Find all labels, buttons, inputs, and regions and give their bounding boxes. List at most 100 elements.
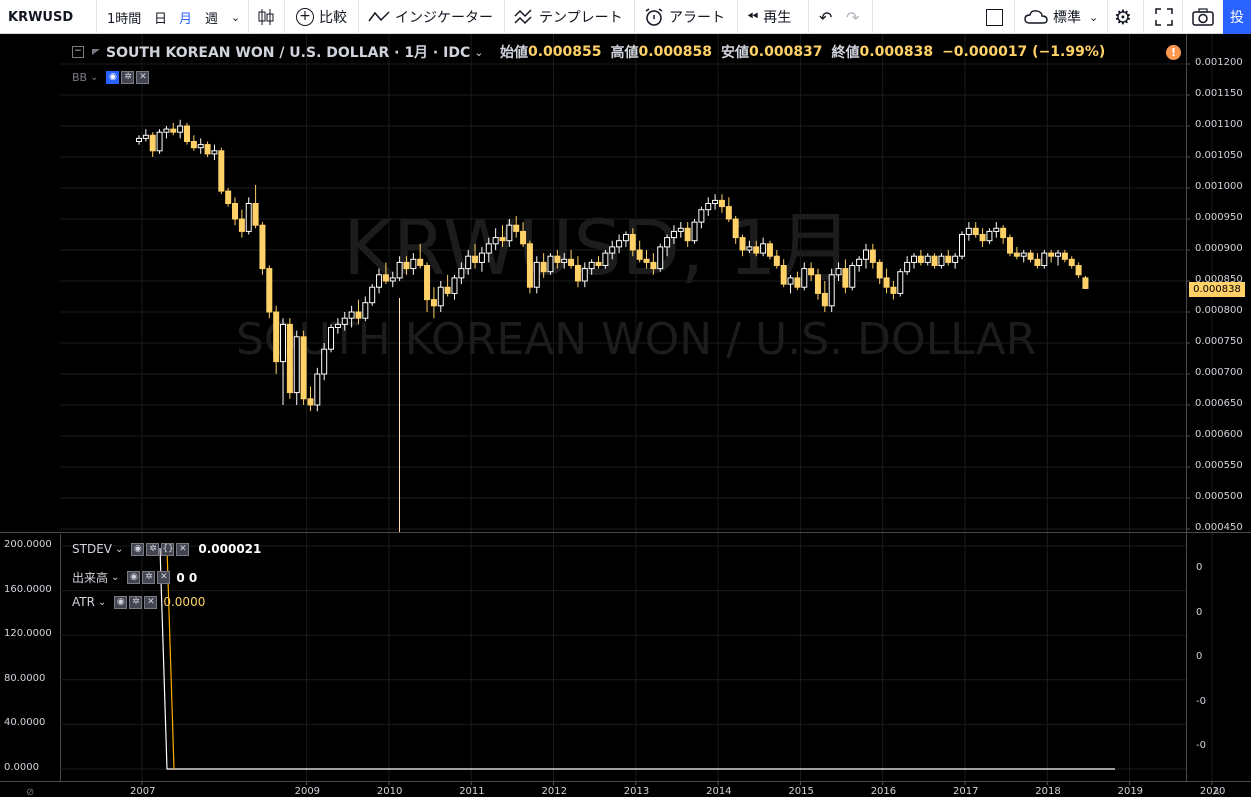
candle-body[interactable] — [718, 199, 725, 208]
candle-body[interactable] — [334, 323, 341, 328]
candle-body[interactable] — [211, 150, 218, 155]
chevron-down-icon[interactable]: ⌄ — [98, 597, 106, 608]
candle-body[interactable] — [369, 286, 376, 304]
candle-body[interactable] — [890, 286, 897, 294]
candle-body[interactable] — [574, 265, 581, 282]
candle-body[interactable] — [410, 258, 417, 270]
candle-body[interactable] — [986, 230, 993, 242]
study-name[interactable]: BB — [72, 71, 87, 84]
candle-body[interactable] — [856, 258, 863, 266]
candle-body[interactable] — [602, 252, 609, 267]
candle-body[interactable] — [636, 249, 643, 260]
candle-body[interactable] — [280, 323, 287, 363]
close-icon[interactable]: ✕ — [157, 571, 171, 584]
candle-body[interactable] — [979, 234, 986, 242]
candle-body[interactable] — [773, 255, 780, 267]
candle-body[interactable] — [897, 271, 904, 294]
close-icon[interactable]: ✕ — [144, 595, 158, 609]
candle-body[interactable] — [876, 261, 883, 279]
candle-body[interactable] — [286, 323, 293, 394]
chevron-down-icon[interactable]: ⌄ — [111, 572, 119, 583]
candle-body[interactable] — [1048, 252, 1055, 257]
candle-body[interactable] — [1027, 252, 1034, 260]
candle-body[interactable] — [959, 234, 965, 257]
candle-body[interactable] — [149, 134, 156, 152]
candle-body[interactable] — [376, 274, 383, 288]
candle-body[interactable] — [993, 227, 1000, 232]
candle-body[interactable] — [136, 137, 142, 142]
candle-body[interactable] — [753, 246, 760, 254]
candle-body[interactable] — [526, 243, 533, 288]
candle-body[interactable] — [506, 224, 513, 242]
candle-body[interactable] — [554, 255, 561, 263]
candle-body[interactable] — [657, 246, 664, 270]
candle-body[interactable] — [520, 230, 527, 245]
candle-body[interactable] — [533, 261, 540, 288]
candle-body[interactable] — [513, 224, 520, 232]
candle-body[interactable] — [1061, 252, 1068, 260]
candle-body[interactable] — [684, 227, 691, 242]
gear-icon[interactable]: ✲ — [146, 542, 160, 556]
candle-body[interactable] — [650, 261, 657, 270]
candle-body[interactable] — [609, 246, 616, 254]
candle-body[interactable] — [218, 150, 225, 192]
candle-body[interactable] — [197, 144, 204, 149]
candle-body[interactable] — [273, 311, 280, 363]
candle-body[interactable] — [156, 131, 163, 152]
candle-body[interactable] — [780, 265, 787, 285]
candle-body[interactable] — [732, 218, 739, 239]
candle-body[interactable] — [760, 243, 767, 254]
candle-body[interactable] — [328, 327, 335, 350]
candle-body[interactable] — [396, 261, 403, 279]
candle-body[interactable] — [540, 261, 547, 273]
candle-body[interactable] — [238, 218, 245, 232]
candle-body[interactable] — [561, 258, 568, 263]
candle-body[interactable] — [622, 234, 629, 242]
candle-body[interactable] — [808, 268, 815, 276]
candle-body[interactable] — [677, 227, 684, 232]
eye-icon[interactable]: ◉ — [131, 542, 145, 556]
candle-body[interactable] — [492, 237, 499, 245]
candle-body[interactable] — [862, 249, 869, 260]
candle-body[interactable] — [924, 255, 931, 263]
candle-body[interactable] — [1020, 252, 1027, 257]
candle-body[interactable] — [746, 246, 753, 251]
candle-body[interactable] — [245, 203, 252, 232]
candle-body[interactable] — [705, 203, 712, 211]
candle-body[interactable] — [945, 255, 952, 263]
candle-body[interactable] — [478, 252, 485, 263]
candle-body[interactable] — [1007, 237, 1014, 254]
source-icon[interactable]: {} — [161, 542, 175, 556]
candle-body[interactable] — [849, 265, 856, 288]
candle-body[interactable] — [972, 227, 979, 236]
candle-body[interactable] — [259, 224, 266, 270]
candle-body[interactable] — [177, 125, 184, 133]
candle-body[interactable] — [437, 286, 444, 307]
candle-body[interactable] — [190, 141, 197, 149]
candle-body[interactable] — [314, 373, 321, 406]
candle-body[interactable] — [472, 255, 479, 263]
study-name[interactable]: 出来高 — [72, 569, 108, 586]
candle-body[interactable] — [952, 255, 959, 263]
candle-body[interactable] — [485, 243, 492, 254]
price-chart[interactable]: ⊘ A — [0, 0, 1251, 797]
candle-body[interactable] — [739, 237, 746, 251]
candle-body[interactable] — [252, 203, 259, 226]
candle-body[interactable] — [1068, 258, 1075, 266]
candle-body[interactable] — [232, 203, 239, 220]
candle-body[interactable] — [444, 286, 451, 294]
candle-body[interactable] — [1041, 252, 1048, 267]
candle-body[interactable] — [1075, 265, 1082, 276]
candle-body[interactable] — [842, 268, 849, 288]
candle-body[interactable] — [568, 258, 575, 266]
candle-body[interactable] — [465, 255, 472, 270]
gear-icon[interactable]: ✲ — [142, 571, 156, 584]
candle-body[interactable] — [801, 268, 808, 288]
candle-body[interactable] — [794, 277, 801, 288]
candle-body[interactable] — [938, 255, 945, 267]
candle-body[interactable] — [869, 249, 876, 263]
candle-body[interactable] — [362, 302, 369, 319]
candle-body[interactable] — [547, 255, 554, 273]
candle-body[interactable] — [766, 243, 773, 257]
candle-body[interactable] — [451, 277, 458, 294]
